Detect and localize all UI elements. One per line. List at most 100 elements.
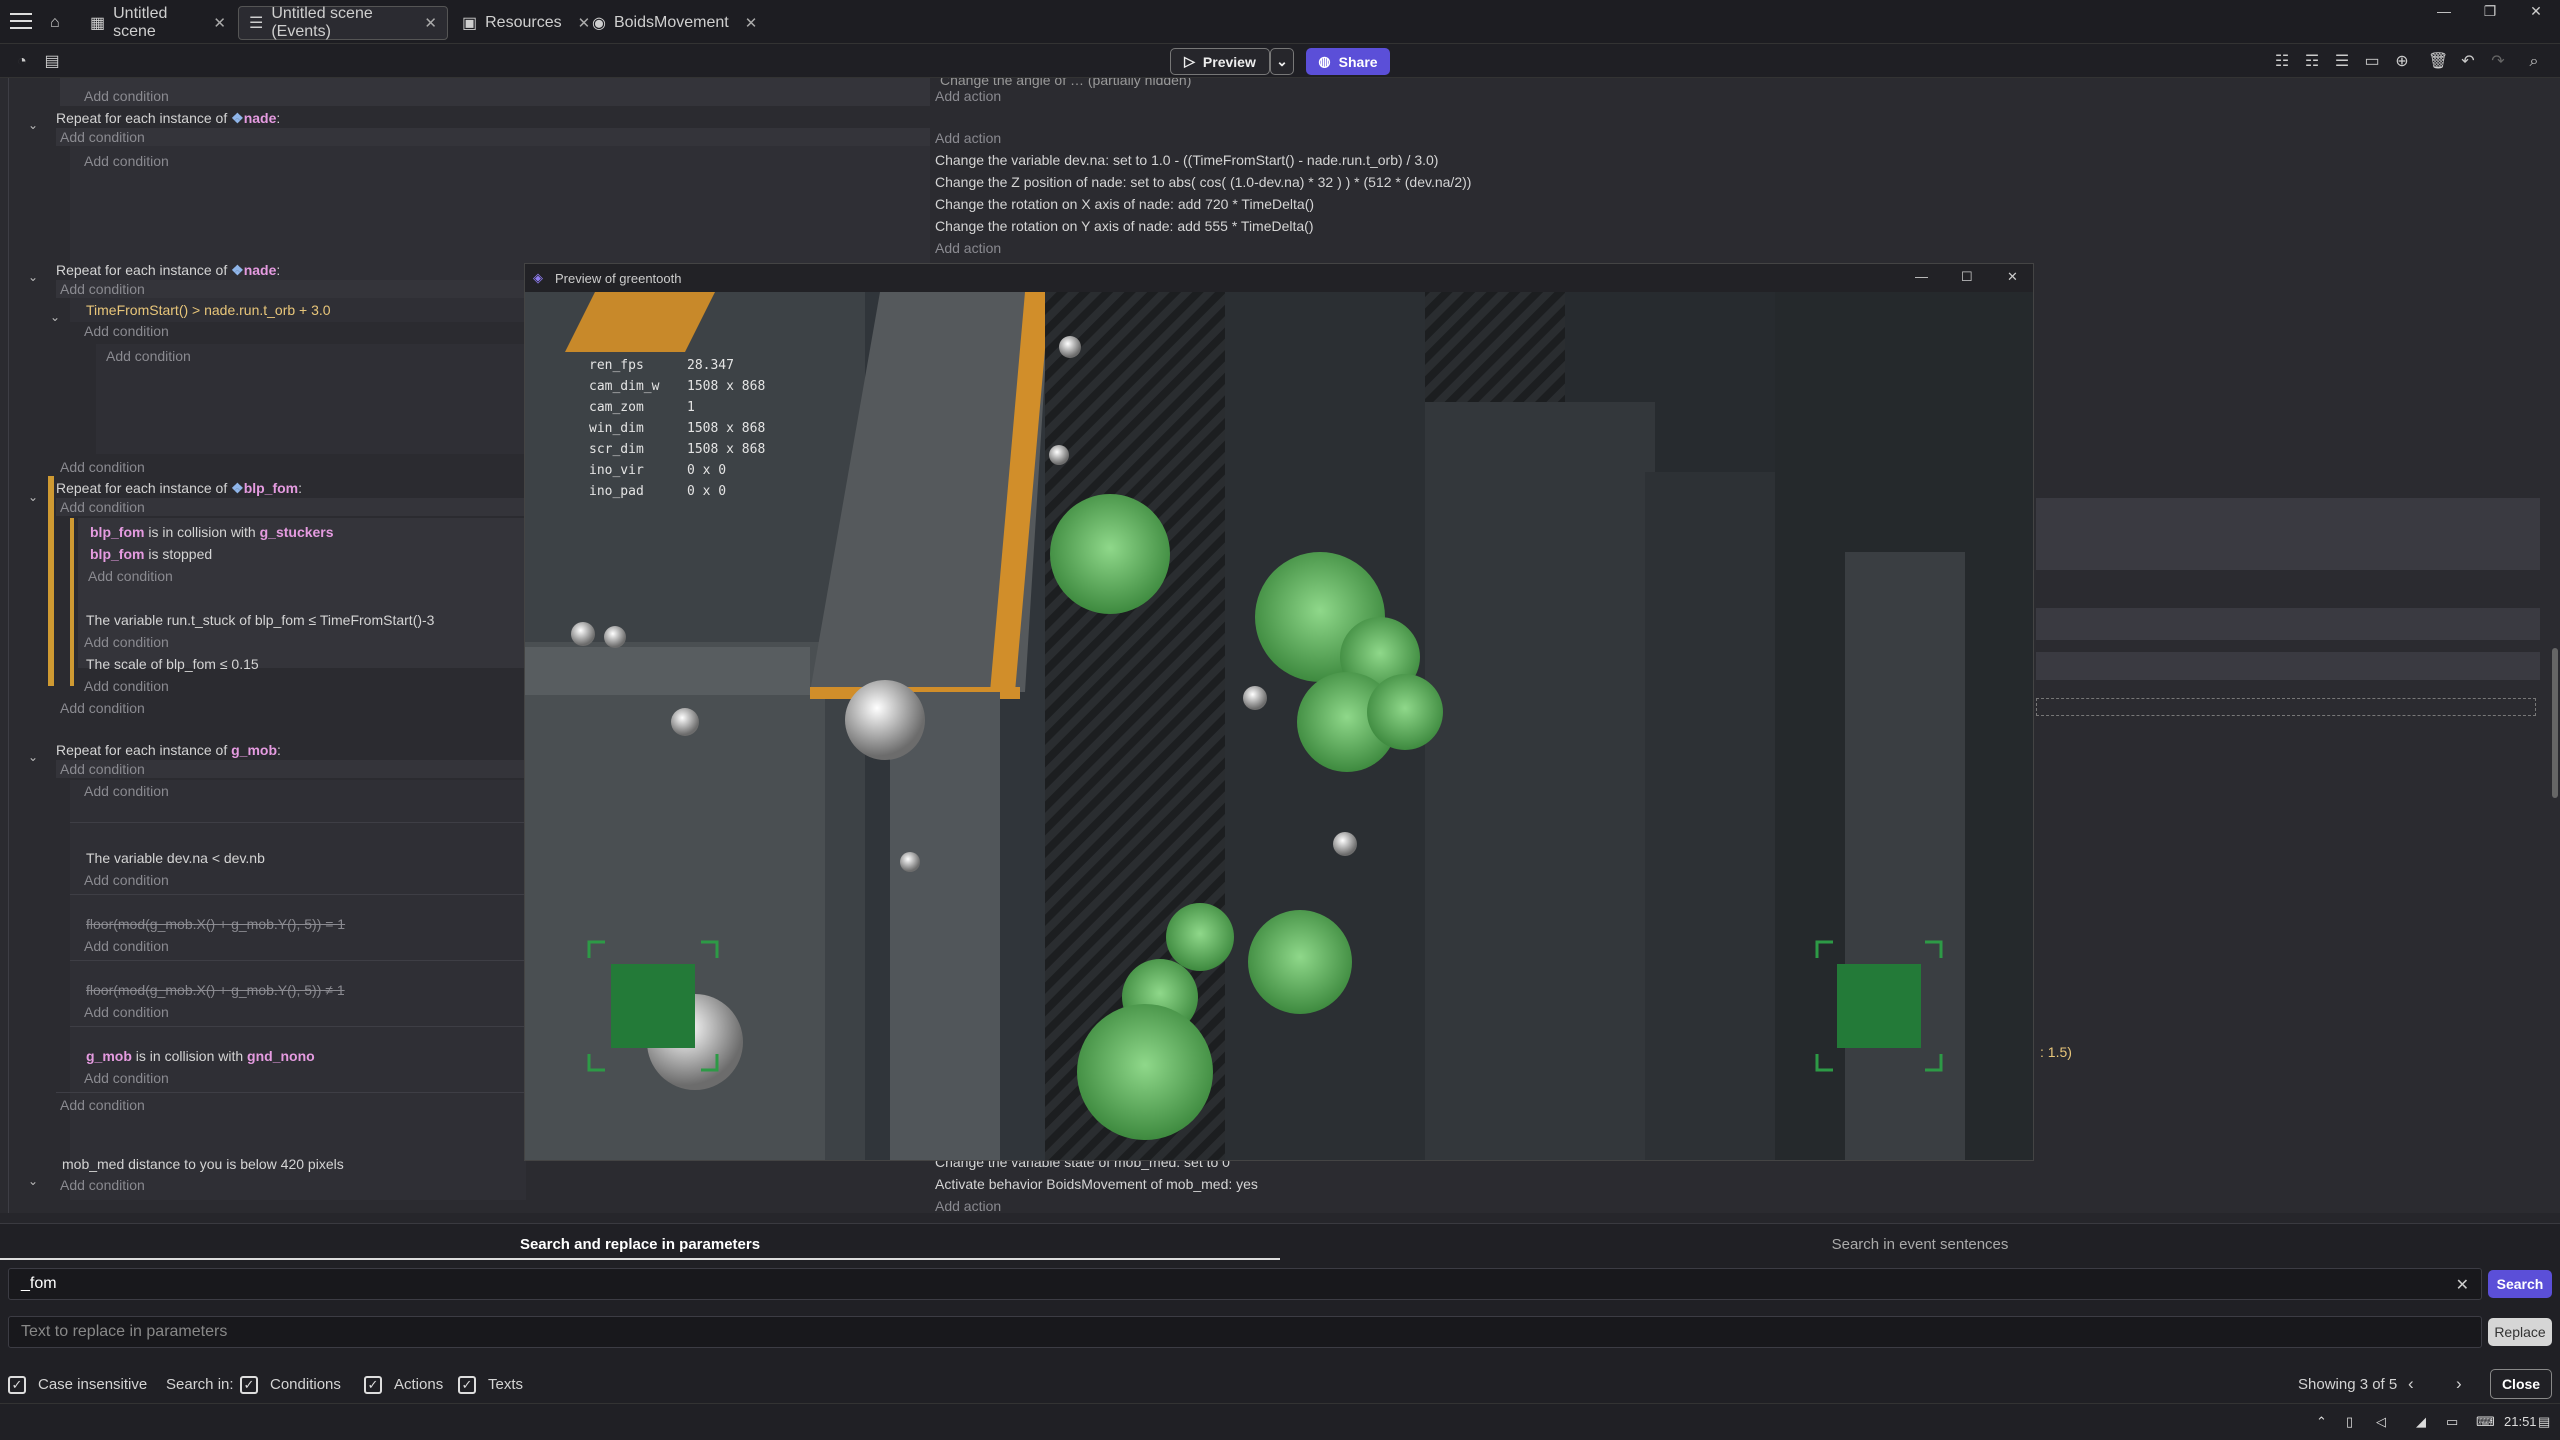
add-subevent-icon[interactable]: ☶ — [2302, 52, 2322, 72]
condition-row[interactable]: The variable run.t_stuck of blp_fom ≤ Ti… — [86, 612, 434, 628]
collapse-icon[interactable]: ⌄ — [28, 270, 38, 284]
add-condition[interactable]: Add condition — [60, 499, 145, 515]
close-icon[interactable]: ✕ — [424, 14, 437, 32]
replace-button[interactable]: Replace — [2488, 1318, 2552, 1346]
action-row[interactable]: Change the rotation on Y axis of nade: a… — [935, 218, 1314, 234]
add-condition[interactable]: Add condition — [88, 568, 173, 584]
clear-icon[interactable]: ✕ — [2456, 1275, 2469, 1295]
tab-search-params[interactable]: Search and replace in parameters — [0, 1230, 1280, 1260]
tab-events[interactable]: ☰ Untitled scene (Events) ✕ — [238, 5, 448, 40]
close-window-icon[interactable]: ✕ — [2516, 0, 2556, 22]
action-row[interactable]: Change the rotation on X axis of nade: a… — [935, 196, 1314, 212]
maximize-icon[interactable]: ❐ — [2470, 0, 2510, 22]
maximize-icon[interactable]: ☐ — [1961, 269, 1973, 285]
close-icon[interactable]: ✕ — [2007, 269, 2018, 285]
preview-button[interactable]: ▷ Preview — [1170, 48, 1270, 75]
collapse-icon[interactable]: ⌄ — [28, 750, 38, 764]
add-action[interactable]: Add action — [935, 130, 1001, 146]
share-button[interactable]: ◍ Share — [1306, 48, 1390, 75]
tab-scene[interactable]: ▦ Untitled scene ✕ — [80, 5, 236, 40]
undo-icon[interactable]: ↶ — [2458, 52, 2478, 72]
add-condition[interactable]: Add condition — [60, 1177, 145, 1193]
tray-chevron-icon[interactable]: ⌃ — [2316, 1414, 2327, 1430]
add-action[interactable]: Add action — [935, 88, 1001, 104]
add-condition[interactable]: Add condition — [84, 634, 169, 650]
scrollbar[interactable] — [2552, 648, 2558, 798]
search-icon[interactable]: ⌕ — [2524, 52, 2544, 72]
close-icon[interactable]: ✕ — [745, 14, 758, 32]
minimize-icon[interactable]: — — [2424, 0, 2464, 22]
collapse-icon[interactable]: ⌄ — [50, 310, 60, 324]
history-icon[interactable]: ◔ — [12, 52, 32, 72]
minimize-icon[interactable]: — — [1915, 269, 1928, 284]
condition-row[interactable]: mob_med distance to you is below 420 pix… — [62, 1156, 344, 1172]
keyboard-icon[interactable]: ⌨ — [2476, 1414, 2495, 1430]
collapse-icon[interactable]: ⌄ — [28, 1174, 38, 1188]
previous-result-icon[interactable]: ‹ — [2408, 1374, 2414, 1394]
close-icon[interactable]: ✕ — [213, 14, 226, 32]
condition-row[interactable]: The scale of blp_fom ≤ 0.15 — [86, 656, 259, 672]
add-condition[interactable]: Add condition — [60, 1097, 145, 1113]
add-comment-icon[interactable]: ▭ — [2362, 52, 2382, 72]
add-icon[interactable]: ⊕ — [2392, 52, 2412, 72]
network-icon[interactable]: ◢ — [2416, 1414, 2426, 1430]
add-condition[interactable]: Add condition — [106, 348, 191, 364]
add-condition[interactable]: Add condition — [84, 678, 169, 694]
condition-row[interactable]: g_mob is in collision with gnd_nono — [86, 1048, 315, 1064]
condition-row[interactable]: floor(mod(g_mob.X() + g_mob.Y(), 5)) ≠ 1 — [86, 982, 345, 998]
add-condition[interactable]: Add condition — [84, 153, 169, 169]
add-condition[interactable]: Add condition — [60, 281, 145, 297]
clock[interactable]: 21:51 — [2504, 1414, 2537, 1429]
tab-search-sentences[interactable]: Search in event sentences — [1280, 1230, 2560, 1260]
add-condition[interactable]: Add condition — [84, 88, 169, 104]
texts-checkbox[interactable]: ✓ — [458, 1376, 476, 1394]
add-condition[interactable]: Add condition — [84, 938, 169, 954]
add-event-icon[interactable]: ☷ — [2272, 52, 2292, 72]
battery-icon[interactable]: ▭ — [2446, 1414, 2458, 1430]
notifications-icon[interactable]: ▤ — [2538, 1414, 2550, 1430]
add-condition[interactable]: Add condition — [84, 1004, 169, 1020]
usb-icon[interactable]: ▯ — [2346, 1414, 2353, 1430]
next-result-icon[interactable]: › — [2456, 1374, 2462, 1394]
add-condition[interactable]: Add condition — [84, 1070, 169, 1086]
add-condition[interactable]: Add condition — [60, 459, 145, 475]
game-canvas[interactable]: ren_fps 28.347 cam_dim_w 1508 x 868 cam_… — [525, 292, 2033, 1160]
add-group-icon[interactable]: ☰ — [2332, 52, 2352, 72]
menu-icon[interactable] — [10, 11, 32, 29]
add-action[interactable]: Add action — [935, 240, 1001, 256]
replace-input[interactable]: Text to replace in parameters — [8, 1316, 2482, 1348]
home-tab[interactable]: ⌂ — [44, 6, 74, 40]
add-condition[interactable]: Add condition — [84, 323, 169, 339]
collapse-icon[interactable]: ⌄ — [28, 118, 38, 132]
actions-checkbox[interactable]: ✓ — [364, 1376, 382, 1394]
preview-title-bar[interactable]: ◈ Preview of greentooth — ☐ ✕ — [525, 264, 2033, 292]
condition-row[interactable]: floor(mod(g_mob.X() + g_mob.Y(), 5)) = 1 — [86, 916, 345, 932]
add-action[interactable]: Add action — [935, 1198, 1001, 1213]
add-condition[interactable]: Add condition — [84, 872, 169, 888]
condition-row[interactable]: blp_fom is in collision with g_stuckers — [90, 524, 334, 540]
tab-boids[interactable]: ◉ BoidsMovement ✕ — [582, 6, 757, 40]
tab-resources[interactable]: ▣ Resources ✕ — [452, 6, 590, 40]
add-condition[interactable]: Add condition — [60, 761, 145, 777]
add-condition[interactable]: Add condition — [60, 129, 145, 145]
debug-icon[interactable]: ▤ — [42, 52, 62, 72]
conditions-checkbox[interactable]: ✓ — [240, 1376, 258, 1394]
add-condition[interactable]: Add condition — [84, 783, 169, 799]
redo-icon[interactable]: ↷ — [2488, 52, 2508, 72]
condition-row[interactable]: The variable dev.na < dev.nb — [86, 850, 265, 866]
action-row[interactable]: Activate behavior BoidsMovement of mob_m… — [935, 1176, 1258, 1192]
case-insensitive-checkbox[interactable]: ✓ — [8, 1376, 26, 1394]
add-condition[interactable]: Add condition — [60, 700, 145, 716]
action-row[interactable]: Change the variable dev.na: set to 1.0 -… — [935, 152, 1438, 168]
collapse-icon[interactable]: ⌄ — [28, 490, 38, 504]
search-input[interactable]: _fom ✕ — [8, 1268, 2482, 1300]
preview-options-button[interactable]: ⌄ — [1270, 48, 1294, 75]
action-row[interactable]: Change the Z position of nade: set to ab… — [935, 174, 1471, 190]
condition-row[interactable]: TimeFromStart() > nade.run.t_orb + 3.0 — [86, 302, 331, 318]
volume-icon[interactable]: ◁ — [2376, 1414, 2386, 1430]
preview-window[interactable]: ◈ Preview of greentooth — ☐ ✕ ren_fps 28… — [524, 263, 2034, 1161]
delete-icon[interactable]: 🗑 — [2428, 52, 2448, 72]
search-button[interactable]: Search — [2488, 1270, 2552, 1298]
close-button[interactable]: Close — [2490, 1369, 2552, 1399]
condition-row[interactable]: blp_fom is stopped — [90, 546, 212, 562]
